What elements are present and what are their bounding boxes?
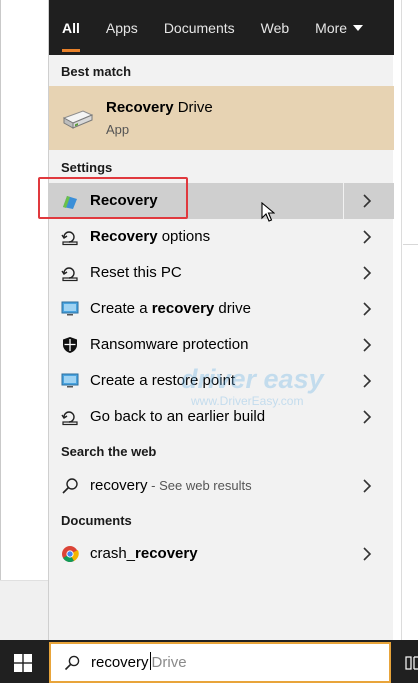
reset-pc-icon — [61, 231, 78, 246]
chevron-right-icon[interactable] — [359, 546, 375, 562]
tab-web[interactable]: Web — [248, 0, 303, 55]
background-scroll-column — [393, 0, 418, 640]
chevron-right-icon[interactable] — [359, 373, 375, 389]
reset-pc-icon — [61, 267, 78, 282]
task-view-icon[interactable] — [405, 656, 418, 670]
section-settings: Settings — [61, 160, 113, 175]
chrome-icon — [62, 546, 79, 562]
chevron-right-icon[interactable] — [359, 193, 375, 209]
settings-item-recovery-options[interactable]: Recovery options — [49, 219, 394, 255]
settings-item-label: Ransomware protection — [90, 336, 249, 353]
section-documents: Documents — [61, 513, 132, 528]
tab-apps[interactable]: Apps — [93, 0, 151, 55]
taskbar-search-input[interactable]: recovery Drive — [49, 642, 391, 683]
chevron-right-icon[interactable] — [359, 409, 375, 425]
web-search-item[interactable]: recovery - See web results — [49, 468, 394, 504]
best-match-title: Recovery Drive — [106, 99, 213, 116]
search-query: recovery Drive — [91, 652, 187, 671]
mouse-cursor-icon — [261, 202, 275, 222]
search-tabs: All Apps Documents Web More — [49, 0, 394, 55]
settings-item-create-recovery-drive[interactable]: Create a recovery drive — [49, 291, 394, 327]
tab-all[interactable]: All — [49, 0, 93, 55]
monitor-icon — [61, 373, 79, 388]
document-item[interactable]: crash_recovery — [49, 536, 394, 572]
chevron-right-icon[interactable] — [359, 337, 375, 353]
shield-icon — [63, 337, 77, 353]
windows-start-icon[interactable] — [14, 654, 32, 672]
search-icon — [62, 478, 78, 494]
divider — [343, 183, 344, 219]
chevron-right-icon[interactable] — [359, 301, 375, 317]
monitor-icon — [61, 301, 79, 316]
section-search-web: Search the web — [61, 444, 157, 459]
background-status-strip — [0, 580, 50, 640]
best-match-item[interactable]: Recovery Drive App — [49, 86, 394, 150]
drive-icon — [62, 110, 94, 129]
reset-pc-icon — [61, 411, 78, 426]
settings-item-label: Recovery options — [90, 228, 211, 245]
search-results-panel: All Apps Documents Web More Best match R… — [48, 0, 394, 640]
settings-item-reset-pc[interactable]: Reset this PC — [49, 255, 394, 291]
window-edge — [0, 0, 1, 640]
document-label: crash_recovery — [90, 545, 198, 562]
text-caret — [149, 652, 151, 670]
chevron-right-icon[interactable] — [359, 229, 375, 245]
settings-item-label: Reset this PC — [90, 264, 182, 281]
section-best-match: Best match — [61, 64, 132, 79]
best-match-subtitle: App — [106, 122, 130, 137]
search-icon — [64, 655, 80, 671]
chevron-right-icon[interactable] — [359, 265, 375, 281]
settings-item-ransomware-protection[interactable]: Ransomware protection — [49, 327, 394, 363]
divider — [403, 244, 418, 245]
annotation-highlight-box — [38, 177, 188, 219]
watermark: driver easy www.DriverEasy.com — [181, 364, 324, 408]
tab-documents[interactable]: Documents — [151, 0, 248, 55]
chevron-down-icon — [353, 24, 364, 31]
tab-more[interactable]: More — [302, 0, 376, 55]
chevron-right-icon[interactable] — [359, 478, 375, 494]
settings-item-label: Create a recovery drive — [90, 300, 251, 317]
web-search-label: recovery - See web results — [90, 477, 252, 494]
